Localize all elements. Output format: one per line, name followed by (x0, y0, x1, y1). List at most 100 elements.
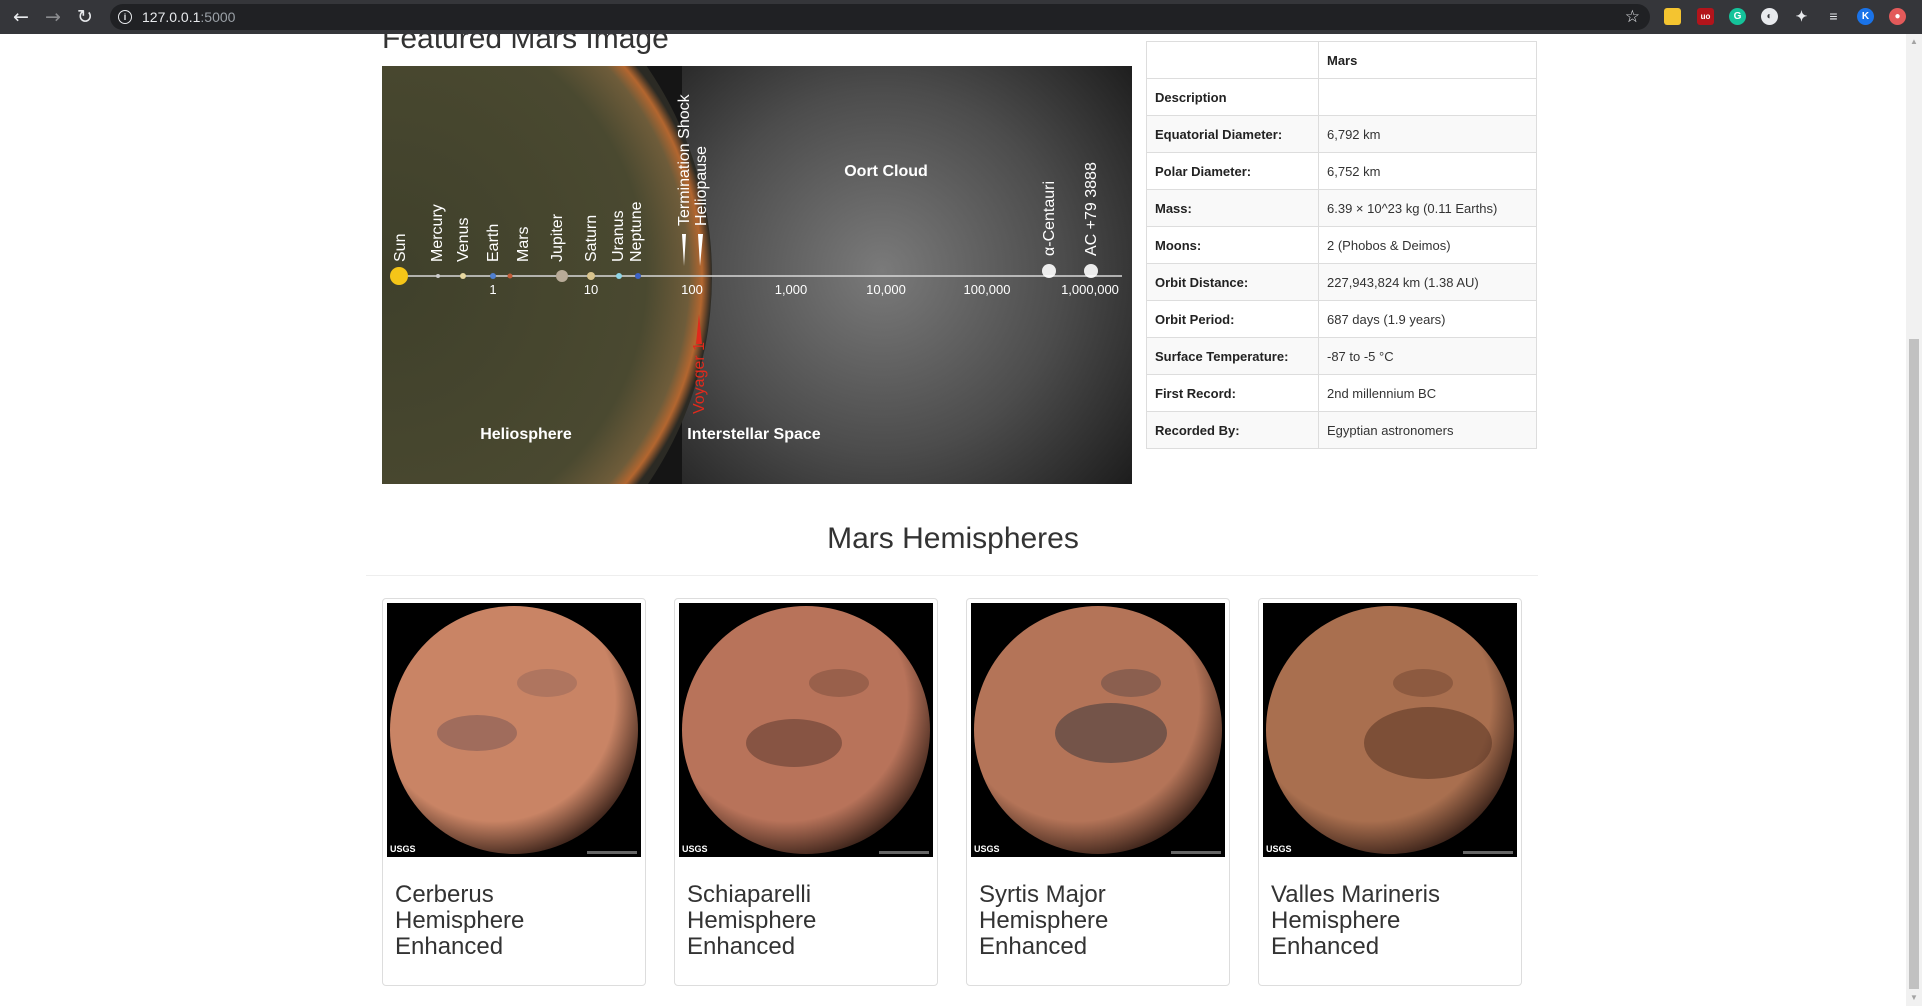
table-row: Polar Diameter: 6,752 km (1146, 152, 1537, 190)
hemisphere-title[interactable]: Valles Marineris Hemisphere Enhanced (1271, 882, 1501, 960)
reading-list-icon[interactable]: ≡ (1825, 8, 1842, 25)
fact-label: Equatorial Diameter: (1146, 115, 1319, 153)
table-row: Recorded By: Egyptian astronomers (1146, 411, 1537, 449)
image-credit (1463, 851, 1513, 854)
mars-globe (974, 606, 1222, 854)
extension-ublock-icon[interactable]: uo (1697, 8, 1714, 25)
scrollbar-thumb[interactable] (1909, 339, 1919, 989)
scale-label-100: 100 (681, 282, 703, 297)
usgs-logo: USGS (974, 844, 1000, 854)
table-row: Equatorial Diameter: 6,792 km (1146, 115, 1537, 153)
forward-arrow-icon[interactable]: → (40, 4, 66, 30)
mars-facts-table: Mars Description Equatorial Diameter: 6,79… (1146, 41, 1537, 449)
diagram-label-venus: Venus (455, 218, 472, 262)
hemisphere-card[interactable]: USGS Syrtis Major Hemisphere Enhanced (966, 598, 1230, 986)
browser-toolbar: ← → ↻ i 127.0.0.1:5000 ☆ uo G ◐ ✦ ≡ K ● (0, 0, 1922, 34)
usgs-logo: USGS (1266, 844, 1292, 854)
scroll-down-arrow-icon[interactable]: ▼ (1906, 990, 1922, 1006)
table-row: Mass: 6.39 × 10^23 kg (0.11 Earths) (1146, 189, 1537, 227)
hemisphere-image[interactable]: USGS (387, 603, 641, 857)
scale-label-1000: 1,000 (775, 282, 808, 297)
url-host: 127.0.0.1 (142, 9, 201, 25)
hemisphere-card[interactable]: USGS Cerberus Hemisphere Enhanced (382, 598, 646, 986)
diagram-label-uranus: Uranus (610, 210, 627, 262)
diagram-label-saturn: Saturn (583, 215, 600, 262)
diagram-label-earth: Earth (485, 224, 502, 262)
table-header-empty (1146, 41, 1319, 79)
image-credit (879, 851, 929, 854)
divider (366, 575, 1538, 576)
diagram-label-voyager: Voyager 1 (691, 342, 708, 414)
region-label-interstellar: Interstellar Space (687, 426, 821, 443)
reload-icon[interactable]: ↻ (72, 4, 98, 30)
fact-label: Polar Diameter: (1146, 152, 1319, 190)
fact-label: Surface Temperature: (1146, 337, 1319, 375)
fact-label: Orbit Distance: (1146, 263, 1319, 301)
extension-red-icon[interactable]: ● (1889, 8, 1906, 25)
hemisphere-card[interactable]: USGS Schiaparelli Hemisphere Enhanced (674, 598, 938, 986)
fact-value: -87 to -5 °C (1318, 337, 1537, 375)
bookmark-star-icon[interactable]: ☆ (1625, 4, 1640, 30)
diagram-label-mars: Mars (515, 226, 532, 262)
hemisphere-title[interactable]: Cerberus Hemisphere Enhanced (395, 882, 625, 960)
scale-label-100000: 100,000 (964, 282, 1011, 297)
fact-label: Mass: (1146, 189, 1319, 227)
fact-value: Egyptian astronomers (1318, 411, 1537, 449)
diagram-label-ac79: AC +79 3888 (1083, 162, 1100, 256)
fact-value: 6,752 km (1318, 152, 1537, 190)
extensions-puzzle-icon[interactable]: ✦ (1793, 8, 1810, 25)
table-header-mars: Mars (1318, 41, 1537, 79)
region-label-oort-cloud: Oort Cloud (844, 163, 928, 180)
hemisphere-image[interactable]: USGS (1263, 603, 1517, 857)
extension-notes-icon[interactable] (1664, 8, 1681, 25)
diagram-label-termination-shock: Termination Shock (676, 93, 693, 226)
fact-value: 6,792 km (1318, 115, 1537, 153)
usgs-logo: USGS (682, 844, 708, 854)
hemisphere-image[interactable]: USGS (971, 603, 1225, 857)
fact-value: 227,943,824 km (1.38 AU) (1318, 263, 1537, 301)
scale-label-1000000: 1,000,000 (1061, 282, 1119, 297)
url-text[interactable]: 127.0.0.1:5000 (142, 4, 235, 30)
diagram-label-heliopause: Heliopause (693, 146, 710, 226)
diagram-label-mercury: Mercury (429, 204, 446, 262)
scale-label-10000: 10,000 (866, 282, 906, 297)
featured-mars-image[interactable]: Sun Mercury Venus Earth Mars Jupiter Sat… (382, 66, 1132, 484)
site-info-icon[interactable]: i (118, 10, 132, 24)
hemisphere-card[interactable]: USGS Valles Marineris Hemisphere Enhanced (1258, 598, 1522, 986)
address-bar[interactable]: i 127.0.0.1:5000 ☆ (110, 4, 1650, 30)
extension-grammarly-icon[interactable]: G (1729, 8, 1746, 25)
fact-label: First Record: (1146, 374, 1319, 412)
profile-avatar[interactable]: K (1857, 8, 1874, 25)
scroll-up-arrow-icon[interactable]: ▲ (1906, 34, 1922, 50)
diagram-label-jupiter: Jupiter (549, 213, 566, 262)
fact-value: 687 days (1.9 years) (1318, 300, 1537, 338)
scale-label-1: 1 (489, 282, 496, 297)
hemisphere-title[interactable]: Syrtis Major Hemisphere Enhanced (979, 882, 1209, 960)
mars-globe (390, 606, 638, 854)
fact-label: Description (1146, 78, 1319, 116)
fact-label: Recorded By: (1146, 411, 1319, 449)
diagram-label-alpha-centauri: α-Centauri (1041, 181, 1058, 256)
mars-globe (682, 606, 930, 854)
fact-value: 2 (Phobos & Deimos) (1318, 226, 1537, 264)
scale-label-10: 10 (584, 282, 598, 297)
usgs-logo: USGS (390, 844, 416, 854)
featured-image-title: Featured Mars Image (382, 34, 669, 55)
image-credit (1171, 851, 1221, 854)
vertical-scrollbar[interactable]: ▲ ▼ (1906, 34, 1922, 1006)
hemisphere-title[interactable]: Schiaparelli Hemisphere Enhanced (687, 882, 917, 960)
fact-value (1318, 78, 1537, 116)
table-row: Surface Temperature: -87 to -5 °C (1146, 337, 1537, 375)
url-port: :5000 (200, 9, 236, 25)
back-arrow-icon[interactable]: ← (8, 4, 34, 30)
mars-globe (1266, 606, 1514, 854)
table-row: Orbit Period: 687 days (1.9 years) (1146, 300, 1537, 338)
hemisphere-image[interactable]: USGS (679, 603, 933, 857)
extension-circle-icon[interactable]: ◐ (1761, 8, 1778, 25)
table-header-row: Mars (1146, 41, 1537, 79)
image-credit (587, 851, 637, 854)
table-row: Moons: 2 (Phobos & Deimos) (1146, 226, 1537, 264)
fact-label: Moons: (1146, 226, 1319, 264)
table-row: First Record: 2nd millennium BC (1146, 374, 1537, 412)
fact-label: Orbit Period: (1146, 300, 1319, 338)
